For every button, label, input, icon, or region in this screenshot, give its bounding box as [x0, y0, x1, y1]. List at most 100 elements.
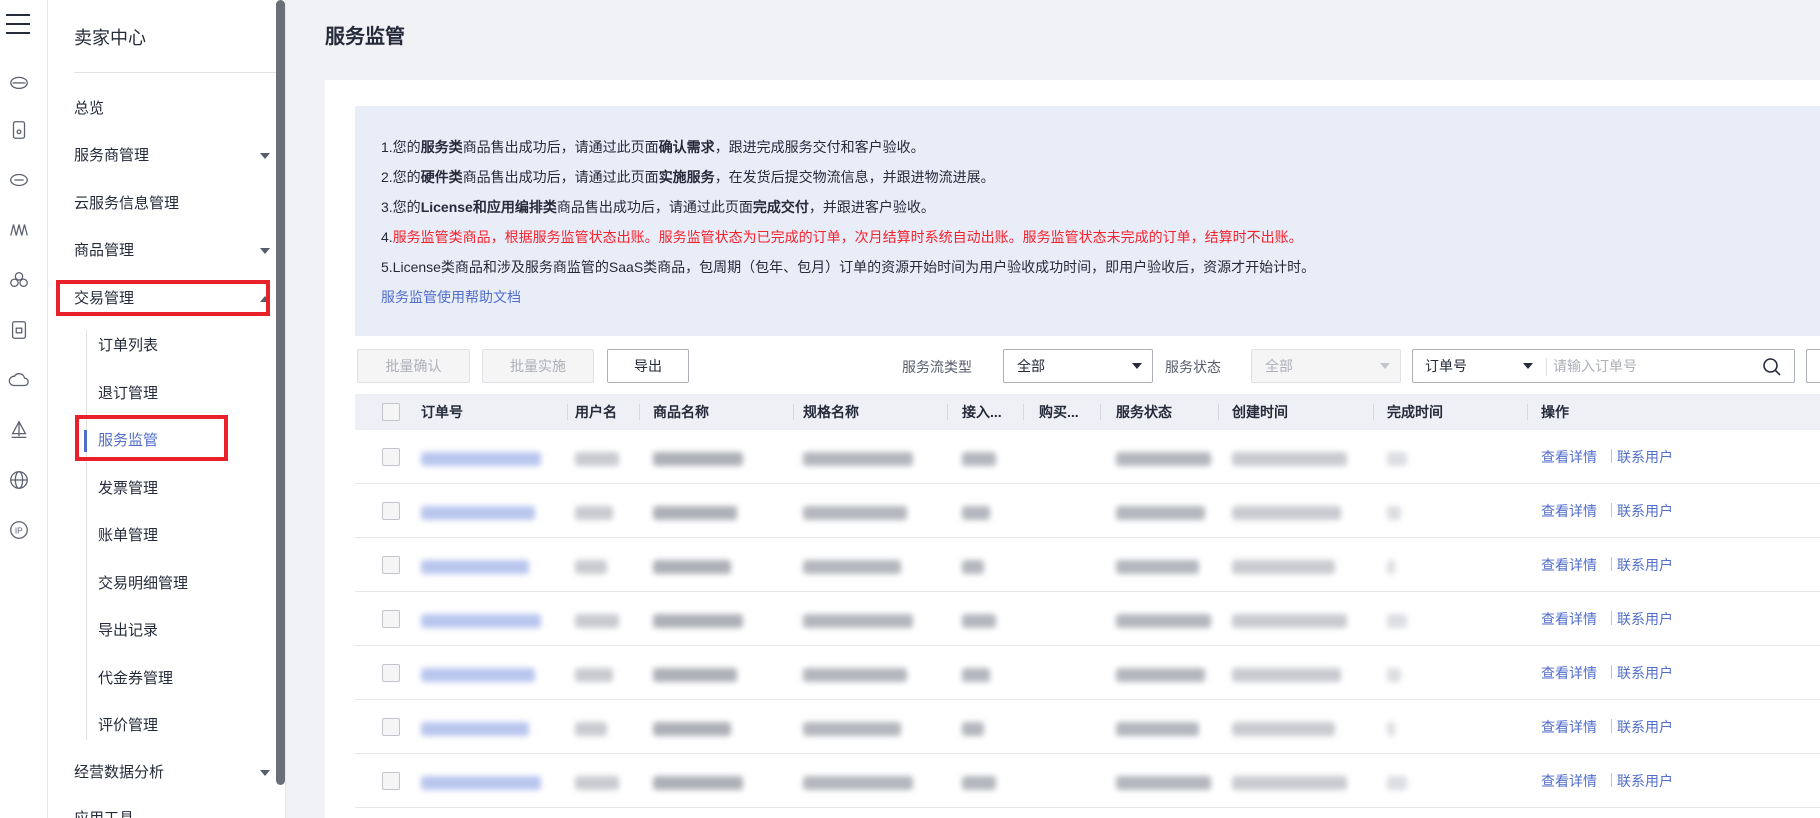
contact-user-link[interactable]: 联系用户 [1617, 663, 1673, 683]
redacted-cell [1232, 776, 1347, 790]
column-header[interactable]: 订单号 [421, 394, 531, 430]
sidebar-scrollbar[interactable] [276, 0, 285, 785]
table-row: 查看详情 联系用户 [355, 700, 1820, 754]
sidebar-item-overview[interactable]: 总览 [74, 98, 270, 120]
flow-type-select[interactable]: 全部 [1003, 349, 1153, 383]
view-details-link[interactable]: 查看详情 [1541, 447, 1597, 467]
device-icon[interactable] [7, 118, 31, 142]
row-checkbox[interactable] [382, 664, 400, 682]
divider [1611, 665, 1612, 679]
row-checkbox[interactable] [382, 610, 400, 628]
view-details-link[interactable]: 查看详情 [1541, 663, 1597, 683]
redacted-cell [1232, 560, 1335, 574]
page-title: 服务监管 [325, 26, 405, 48]
ip-icon[interactable]: IP [7, 518, 31, 542]
redacted-cell [1387, 506, 1401, 520]
sidebar-item-provider[interactable]: 服务商管理 [74, 145, 270, 167]
redacted-cell [653, 452, 743, 466]
sidebar-title: 卖家中心 [74, 28, 146, 48]
view-details-link[interactable]: 查看详情 [1541, 609, 1597, 629]
export-button[interactable]: 导出 [607, 349, 689, 383]
select-all-checkbox[interactable] [382, 403, 400, 421]
document-icon[interactable] [7, 318, 31, 342]
redacted-cell[interactable] [421, 668, 535, 682]
sidebar-subitem-unsubscribe[interactable]: 退订管理 [98, 383, 158, 405]
redacted-cell[interactable] [421, 506, 535, 520]
sidebar-subitem-reviews[interactable]: 评价管理 [98, 715, 158, 737]
notice-banner: 1.您的服务类商品售出成功后，请通过此页面确认需求，跟进完成服务交付和客户验收。… [355, 106, 1820, 336]
column-header[interactable]: 用户名 [575, 394, 635, 430]
row-checkbox[interactable] [382, 556, 400, 574]
sidebar-subitem-orders[interactable]: 订单列表 [98, 335, 158, 357]
sidebar-subitem-export-records[interactable]: 导出记录 [98, 620, 158, 642]
redacted-cell [1387, 776, 1407, 790]
redacted-cell[interactable] [421, 776, 541, 790]
contact-user-link[interactable]: 联系用户 [1617, 717, 1673, 737]
redacted-cell[interactable] [421, 452, 541, 466]
sailboat-icon[interactable] [7, 418, 31, 442]
search-input[interactable] [1553, 351, 1753, 381]
contact-user-link[interactable]: 联系用户 [1617, 609, 1673, 629]
view-details-link[interactable]: 查看详情 [1541, 717, 1597, 737]
column-header[interactable]: 接入... [962, 394, 1010, 430]
search-field-select[interactable]: 订单号 [1425, 350, 1467, 382]
divider [1611, 449, 1612, 463]
row-checkbox[interactable] [382, 448, 400, 466]
redacted-cell [1232, 452, 1347, 466]
menu-icon[interactable] [6, 14, 30, 34]
contact-user-link[interactable]: 联系用户 [1617, 447, 1673, 467]
column-header[interactable]: 创建时间 [1232, 394, 1342, 430]
sidebar-subitem-vouchers[interactable]: 代金券管理 [98, 668, 173, 690]
sidebar-subitem-trade-details[interactable]: 交易明细管理 [98, 573, 188, 595]
algorithm-icon[interactable] [7, 218, 31, 242]
contact-user-link[interactable]: 联系用户 [1617, 771, 1673, 791]
redacted-cell[interactable] [421, 560, 529, 574]
globe-icon[interactable] [7, 468, 31, 492]
row-checkbox[interactable] [382, 718, 400, 736]
sidebar-item-products[interactable]: 商品管理 [74, 240, 270, 262]
search-icon[interactable] [1762, 357, 1782, 377]
view-details-link[interactable]: 查看详情 [1541, 501, 1597, 521]
sidebar-item-analytics[interactable]: 经营数据分析 [74, 762, 270, 784]
batch-confirm-button[interactable]: 批量确认 [357, 349, 470, 383]
status-select[interactable]: 全部 [1251, 349, 1401, 383]
cloud-icon[interactable] [7, 368, 31, 392]
cloud-disk-icon[interactable] [7, 70, 31, 94]
column-header[interactable]: 规格名称 [803, 394, 913, 430]
notice-line-3: 3.您的License和应用编排类商品售出成功后，请通过此页面完成交付，并跟进客… [381, 199, 935, 215]
column-header[interactable]: 商品名称 [653, 394, 763, 430]
view-details-link[interactable]: 查看详情 [1541, 771, 1597, 791]
cloud-server-icon[interactable] [7, 168, 31, 192]
divider [1546, 358, 1547, 376]
refresh-button[interactable] [1806, 349, 1820, 383]
batch-implement-button[interactable]: 批量实施 [482, 349, 594, 383]
cluster-icon[interactable] [7, 268, 31, 292]
redacted-cell[interactable] [421, 614, 541, 628]
divider [1611, 773, 1612, 787]
row-checkbox[interactable] [382, 502, 400, 520]
column-header[interactable]: 购买... [1039, 394, 1087, 430]
redacted-cell [803, 506, 907, 520]
redacted-cell [575, 452, 619, 466]
redacted-cell [803, 560, 901, 574]
contact-user-link[interactable]: 联系用户 [1617, 555, 1673, 575]
redacted-cell [653, 614, 743, 628]
redacted-cell [803, 668, 907, 682]
help-doc-link[interactable]: 服务监管使用帮助文档 [381, 287, 521, 307]
column-header[interactable]: 服务状态 [1116, 394, 1206, 430]
redacted-cell [653, 560, 731, 574]
redacted-cell [1116, 722, 1199, 736]
divider [74, 72, 280, 73]
row-checkbox[interactable] [382, 772, 400, 790]
redacted-cell [575, 614, 619, 628]
sidebar-subitem-invoices[interactable]: 发票管理 [98, 478, 158, 500]
sidebar-item-tools[interactable]: 应用工具 [74, 808, 270, 818]
column-header[interactable]: 完成时间 [1387, 394, 1497, 430]
column-header[interactable]: 操作 [1541, 394, 1621, 430]
contact-user-link[interactable]: 联系用户 [1617, 501, 1673, 521]
redacted-cell [653, 722, 731, 736]
sidebar-subitem-bills[interactable]: 账单管理 [98, 525, 158, 547]
sidebar-item-cloud-info[interactable]: 云服务信息管理 [74, 193, 270, 215]
redacted-cell[interactable] [421, 722, 529, 736]
view-details-link[interactable]: 查看详情 [1541, 555, 1597, 575]
